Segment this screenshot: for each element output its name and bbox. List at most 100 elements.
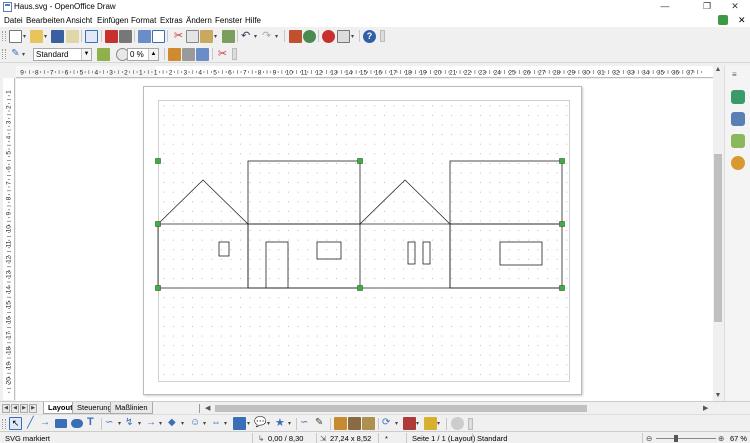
drawing-workspace[interactable] xyxy=(16,79,713,401)
handle-middle-left[interactable] xyxy=(155,221,161,227)
next-tab-icon[interactable]: ▶ xyxy=(20,404,28,413)
symbol-shapes-icon[interactable]: ☺ xyxy=(190,417,203,430)
minimize-button[interactable]: — xyxy=(650,0,680,14)
transparency-field[interactable]: 0 % ▲ xyxy=(127,48,159,61)
show-draw-functions-icon[interactable] xyxy=(289,30,302,43)
extrusion-toggle-icon[interactable] xyxy=(451,417,464,430)
callouts-icon[interactable]: 💬 xyxy=(254,417,267,430)
document-modified-indicator[interactable]: * xyxy=(385,434,388,443)
basic-shapes-dropdown-icon[interactable]: ▾ xyxy=(181,420,186,427)
mail-icon[interactable] xyxy=(66,30,79,43)
rectangle-icon[interactable] xyxy=(55,419,67,428)
export-pdf-icon[interactable] xyxy=(105,30,118,43)
toolbar-overflow-icon[interactable] xyxy=(468,418,473,430)
drawing-page[interactable] xyxy=(143,86,582,395)
tab-splitter[interactable] xyxy=(199,404,202,413)
horizontal-ruler[interactable]: 9 8 7 6 5 4 3 2 1 1 2 3 4 5 6 7 8 9 10 11 12 13 14 15 16 17 18 19 20… xyxy=(16,66,713,78)
copy-icon[interactable] xyxy=(186,30,199,43)
handle-top-left[interactable] xyxy=(155,158,161,164)
arrange-dropdown-icon[interactable]: ▾ xyxy=(437,420,442,427)
styles-sidebar-icon[interactable] xyxy=(731,112,745,126)
open-dropdown-icon[interactable]: ▾ xyxy=(44,33,49,40)
handle-middle-right[interactable] xyxy=(559,221,565,227)
select-icon[interactable]: ↖ xyxy=(9,417,22,430)
toolbar-grip[interactable] xyxy=(2,49,6,59)
styles-dropdown-icon[interactable]: ▾ xyxy=(22,51,27,58)
navigator-sidebar-icon[interactable] xyxy=(731,156,745,170)
update-icon[interactable] xyxy=(718,15,728,25)
horizontal-scroll-thumb[interactable] xyxy=(215,405,587,412)
last-tab-icon[interactable]: ▶ xyxy=(29,404,37,413)
flowchart-dropdown-icon[interactable]: ▾ xyxy=(247,420,252,427)
symbol-shapes-dropdown-icon[interactable]: ▾ xyxy=(203,420,208,427)
house-drawing[interactable] xyxy=(144,87,583,396)
line-icon[interactable]: ╱ xyxy=(27,417,40,430)
zoom-in-icon[interactable]: ⊕ xyxy=(718,434,724,443)
connector-dropdown-icon[interactable]: ▾ xyxy=(138,420,143,427)
gallery-sidebar-icon[interactable] xyxy=(731,134,745,148)
rotate-icon[interactable]: ⟳ xyxy=(382,417,395,430)
prev-tab-icon[interactable]: ◀ xyxy=(11,404,19,413)
paste-icon[interactable] xyxy=(200,30,213,43)
alignment-icon[interactable] xyxy=(403,417,416,430)
paste-dropdown-icon[interactable]: ▾ xyxy=(214,33,219,40)
menu-ansicht[interactable]: Ansicht xyxy=(66,16,92,25)
basic-shapes-icon[interactable]: ◆ xyxy=(168,417,181,430)
stars-dropdown-icon[interactable]: ▾ xyxy=(288,420,293,427)
toolbar-grip[interactable] xyxy=(2,31,6,41)
zoom-slider[interactable] xyxy=(656,438,716,439)
arrow-line-icon[interactable]: → xyxy=(40,417,53,430)
zoom-out-icon[interactable]: ⊖ xyxy=(646,434,652,443)
flowchart-icon[interactable] xyxy=(233,417,246,430)
toolbar-grip[interactable] xyxy=(2,419,6,429)
menu-datei[interactable]: Datei xyxy=(4,16,23,25)
ellipse-icon[interactable] xyxy=(71,419,83,428)
curve-icon[interactable]: ∽ xyxy=(105,417,118,430)
menu-bearbeiten[interactable]: Bearbeiten xyxy=(26,16,65,25)
menu-einfuegen[interactable]: Einfügen xyxy=(97,16,129,25)
scroll-down-icon[interactable]: ▼ xyxy=(713,392,723,399)
block-arrows-dropdown-icon[interactable]: ▾ xyxy=(224,420,229,427)
line-color-icon[interactable] xyxy=(97,48,110,61)
autospell-icon[interactable] xyxy=(152,30,165,43)
handle-top-center[interactable] xyxy=(357,158,363,164)
points-icon[interactable]: ∽ xyxy=(300,417,313,430)
horizontal-scrollbar[interactable]: ◀ ▶ xyxy=(205,404,713,413)
close-document-icon[interactable]: ✕ xyxy=(738,15,746,25)
help-icon[interactable]: ? xyxy=(363,30,376,43)
vertical-scrollbar[interactable]: ▲ ▼ xyxy=(713,66,723,401)
gallery-icon[interactable] xyxy=(362,417,375,430)
callouts-dropdown-icon[interactable]: ▾ xyxy=(267,420,272,427)
crop-icon[interactable]: ✂ xyxy=(216,48,229,61)
navigator-icon[interactable] xyxy=(322,30,335,43)
sidebar-menu-icon[interactable]: ≡ xyxy=(732,70,737,79)
vertical-scroll-thumb[interactable] xyxy=(714,154,722,322)
cut-icon[interactable]: ✂ xyxy=(172,30,185,43)
lines-arrows-icon[interactable]: → xyxy=(146,417,159,430)
format-paintbrush-icon[interactable] xyxy=(222,30,235,43)
edit-file-icon[interactable] xyxy=(85,30,98,43)
block-arrows-icon[interactable]: ⇔ xyxy=(211,417,224,430)
redo-dropdown-icon[interactable]: ▾ xyxy=(275,33,280,40)
arrange-icon[interactable] xyxy=(424,417,437,430)
menu-aendern[interactable]: Ändern xyxy=(186,16,212,25)
curve-dropdown-icon[interactable]: ▾ xyxy=(118,420,123,427)
zoom-slider-knob[interactable] xyxy=(674,435,679,442)
undo-icon[interactable]: ↶ xyxy=(241,30,254,43)
zoom-percentage[interactable]: 67 % xyxy=(730,434,747,443)
first-tab-icon[interactable]: ◀ xyxy=(2,404,10,413)
menu-extras[interactable]: Extras xyxy=(160,16,183,25)
redo-icon[interactable]: ↷ xyxy=(262,30,275,43)
tab-masslinien[interactable]: Maßlinien xyxy=(110,402,153,414)
toolbar-overflow-icon[interactable] xyxy=(380,30,385,42)
styles-icon[interactable]: ✎ xyxy=(9,48,22,61)
stars-icon[interactable]: ★ xyxy=(275,417,288,430)
handle-top-right[interactable] xyxy=(559,158,565,164)
open-icon[interactable] xyxy=(30,30,43,43)
menu-fenster[interactable]: Fenster xyxy=(215,16,242,25)
chart-icon[interactable] xyxy=(303,30,316,43)
from-file-icon[interactable] xyxy=(348,417,361,430)
area-icon[interactable] xyxy=(182,48,195,61)
fontwork-icon[interactable] xyxy=(334,417,347,430)
rotate-dropdown-icon[interactable]: ▾ xyxy=(395,420,400,427)
